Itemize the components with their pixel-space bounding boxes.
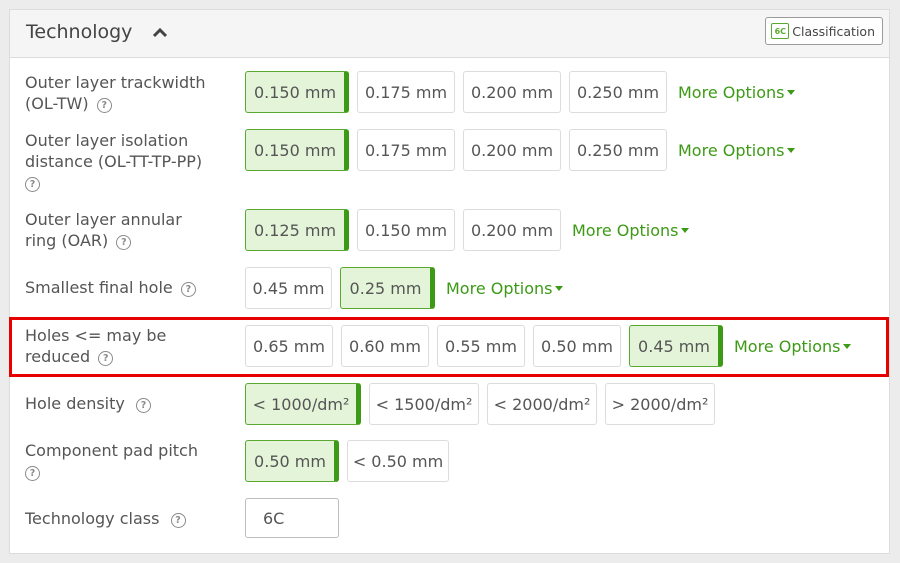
option-button[interactable]: 0.125 mm bbox=[245, 209, 349, 251]
option-button[interactable]: 0.250 mm bbox=[569, 129, 667, 171]
option-button[interactable]: 0.200 mm bbox=[463, 71, 561, 113]
classification-badge-icon: 6C bbox=[771, 23, 790, 39]
label-line: ring (OAR) bbox=[25, 231, 109, 250]
more-options-label: More Options bbox=[572, 220, 679, 240]
label-line: Outer layer trackwidth bbox=[25, 73, 206, 92]
option-button[interactable]: 0.175 mm bbox=[357, 71, 455, 113]
option-button[interactable]: < 0.50 mm bbox=[347, 440, 449, 482]
label-line: Hole density bbox=[25, 394, 125, 413]
more-options-label: More Options bbox=[678, 82, 785, 102]
highlight-box bbox=[9, 317, 889, 377]
label-line: distance (OL-TT-TP-PP) bbox=[25, 152, 203, 171]
label-line: Smallest final hole bbox=[25, 278, 173, 297]
technology-class-field[interactable]: 6C bbox=[245, 498, 339, 538]
more-options-label: More Options bbox=[678, 140, 785, 160]
option-button[interactable]: 0.45 mm bbox=[245, 267, 332, 309]
option-button[interactable]: 0.150 mm bbox=[245, 71, 349, 113]
option-button[interactable]: 0.200 mm bbox=[463, 129, 561, 171]
help-icon[interactable]: ? bbox=[116, 235, 132, 250]
option-button[interactable]: 0.250 mm bbox=[569, 71, 667, 113]
label-line: (OL-TW) bbox=[25, 94, 89, 113]
more-options-link[interactable]: More Options bbox=[678, 140, 796, 160]
label-annular-ring: Outer layer annular ring (OAR) ? bbox=[25, 209, 235, 251]
panel-title: Technology bbox=[26, 21, 133, 43]
label-smallest-final-hole: Smallest final hole ? bbox=[25, 277, 235, 298]
help-icon[interactable]: ? bbox=[25, 177, 40, 192]
option-button[interactable]: 0.150 mm bbox=[357, 209, 455, 251]
option-button[interactable]: 0.200 mm bbox=[463, 209, 561, 251]
classification-label: Classification bbox=[792, 23, 875, 39]
option-button[interactable]: 0.50 mm bbox=[245, 440, 339, 482]
label-isolation-distance: Outer layer isolation distance (OL-TT-TP… bbox=[25, 130, 235, 193]
help-icon[interactable]: ? bbox=[180, 282, 196, 297]
label-trackwidth: Outer layer trackwidth (OL-TW) ? bbox=[25, 72, 235, 114]
option-button[interactable]: < 1000/dm² bbox=[245, 383, 361, 425]
help-icon[interactable]: ? bbox=[170, 513, 186, 528]
more-options-link[interactable]: More Options bbox=[446, 278, 564, 298]
panel-header: Technology 6C Classification bbox=[10, 10, 889, 58]
help-icon[interactable]: ? bbox=[135, 398, 151, 413]
more-options-link[interactable]: More Options bbox=[678, 82, 796, 102]
more-options-link[interactable]: More Options bbox=[572, 220, 690, 240]
help-icon[interactable]: ? bbox=[25, 466, 40, 481]
label-line: Component pad pitch bbox=[25, 441, 198, 460]
option-button[interactable]: 0.150 mm bbox=[245, 129, 349, 171]
technology-class-wrap: 6C bbox=[245, 498, 339, 538]
options-smallest-final-hole: 0.45 mm 0.25 mm More Options bbox=[245, 267, 564, 309]
caret-down-icon bbox=[787, 89, 796, 95]
label-hole-density: Hole density ? bbox=[25, 393, 235, 414]
options-annular-ring: 0.125 mm 0.150 mm 0.200 mm More Options bbox=[245, 209, 690, 251]
option-button[interactable]: < 2000/dm² bbox=[487, 383, 597, 425]
label-line: Outer layer isolation bbox=[25, 131, 189, 150]
options-component-pad-pitch: 0.50 mm < 0.50 mm bbox=[245, 440, 449, 482]
option-button[interactable]: 0.25 mm bbox=[340, 267, 435, 309]
chevron-up-icon[interactable] bbox=[150, 23, 170, 41]
caret-down-icon bbox=[681, 227, 690, 233]
more-options-label: More Options bbox=[446, 278, 553, 298]
options-trackwidth: 0.150 mm 0.175 mm 0.200 mm 0.250 mm More… bbox=[245, 71, 796, 113]
label-line: Technology class bbox=[25, 509, 160, 528]
label-technology-class: Technology class ? bbox=[25, 508, 235, 529]
technology-panel: Technology 6C Classification Outer layer… bbox=[9, 9, 890, 554]
option-button[interactable]: 0.175 mm bbox=[357, 129, 455, 171]
caret-down-icon bbox=[555, 285, 564, 291]
caret-down-icon bbox=[787, 147, 796, 153]
label-component-pad-pitch: Component pad pitch ? bbox=[25, 440, 235, 482]
options-hole-density: < 1000/dm² < 1500/dm² < 2000/dm² > 2000/… bbox=[245, 383, 715, 425]
classification-button[interactable]: 6C Classification bbox=[765, 17, 883, 45]
help-icon[interactable]: ? bbox=[96, 98, 112, 113]
options-isolation-distance: 0.150 mm 0.175 mm 0.200 mm 0.250 mm More… bbox=[245, 129, 796, 171]
option-button[interactable]: < 1500/dm² bbox=[369, 383, 479, 425]
option-button[interactable]: > 2000/dm² bbox=[605, 383, 715, 425]
label-line: Outer layer annular bbox=[25, 210, 182, 229]
